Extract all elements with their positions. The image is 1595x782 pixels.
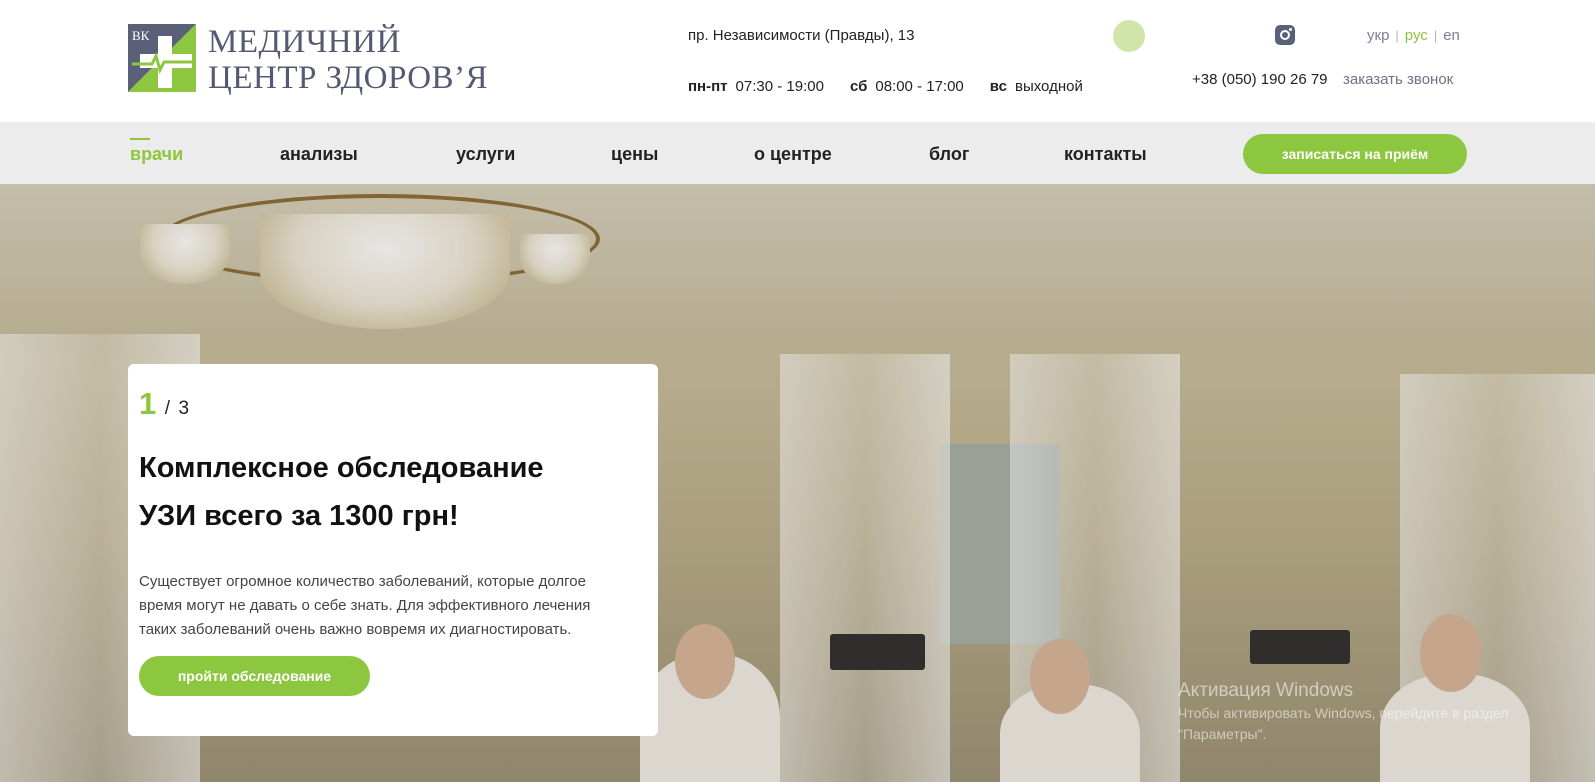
lang-separator: |	[1395, 28, 1399, 43]
slide-total: 3	[178, 398, 190, 419]
nav-item-blog[interactable]: блог	[929, 144, 969, 165]
watermark-text: Чтобы активировать Windows, перейдите в …	[1178, 705, 1509, 721]
nav-item-prices[interactable]: цены	[611, 144, 658, 165]
hours-value: 08:00 - 17:00	[875, 78, 964, 95]
slide-card: 1 / 3 Комплексное обследование УЗИ всего…	[128, 364, 658, 736]
lang-ukr[interactable]: укр	[1367, 27, 1389, 44]
logo-cross-icon: ВК	[128, 24, 196, 92]
nav-item-tests[interactable]: анализы	[280, 144, 358, 165]
watermark-title: Активация Windows	[1178, 680, 1354, 701]
callback-link[interactable]: заказать звонок	[1343, 71, 1453, 88]
slide-description: Существует огромное количество заболеван…	[139, 573, 591, 638]
hours-saturday: сб 08:00 - 17:00	[850, 78, 964, 95]
main-nav: врачи анализы услуги цены о центре блог …	[0, 122, 1595, 184]
hours-sunday: вс выходной	[990, 78, 1083, 95]
logo-text: МЕДИЧНИЙ ЦЕНТР ЗДОРОВ’Я	[208, 24, 488, 96]
nav-item-doctors[interactable]: врачи	[130, 138, 183, 165]
slide-separator: /	[164, 398, 170, 419]
lang-en[interactable]: en	[1443, 27, 1460, 44]
status-dot-icon	[1113, 20, 1145, 52]
language-switcher: укр | рус | en	[1367, 27, 1460, 44]
logo-badge: ВК	[132, 28, 150, 43]
hours-label: пн-пт	[688, 78, 728, 95]
slide-counter: 1 / 3	[139, 386, 189, 422]
logo[interactable]: ВК МЕДИЧНИЙ ЦЕНТР ЗДОРОВ’Я	[128, 24, 488, 96]
hours-weekdays: пн-пт 07:30 - 19:00	[688, 78, 824, 95]
slide-title: Комплексное обследование УЗИ всего за 13…	[139, 444, 639, 540]
hours-label: вс	[989, 78, 1007, 95]
slide-title-line: УЗИ всего за 1300 грн!	[139, 500, 459, 532]
windows-activation-watermark: Активация Windows Чтобы активировать Win…	[1178, 680, 1509, 744]
address: пр. Независимости (Правды), 13	[688, 27, 915, 44]
watermark-text: "Параметры".	[1178, 726, 1267, 742]
site-header: ВК МЕДИЧНИЙ ЦЕНТР ЗДОРОВ’Я пр. Независим…	[0, 0, 1595, 122]
hours-label: сб	[849, 78, 868, 95]
instagram-icon[interactable]	[1275, 25, 1295, 45]
slide-current: 1	[139, 386, 157, 421]
logo-line-1: МЕДИЧНИЙ	[208, 24, 401, 60]
nav-item-services[interactable]: услуги	[456, 144, 515, 165]
phone-number[interactable]: +38 (050) 190 26 79	[1192, 71, 1328, 88]
nav-item-about[interactable]: о центре	[754, 144, 832, 165]
hours-value: 07:30 - 19:00	[735, 78, 824, 95]
nav-item-contacts[interactable]: контакты	[1064, 144, 1147, 165]
take-exam-button[interactable]: пройти обследование	[139, 656, 370, 696]
book-appointment-button[interactable]: записаться на приём	[1243, 134, 1467, 174]
lang-separator: |	[1433, 28, 1438, 43]
lang-rus[interactable]: рус	[1405, 27, 1428, 44]
hours-value: выходной	[1014, 78, 1083, 95]
slide-title-line: Комплексное обследование	[139, 452, 544, 484]
working-hours: пн-пт 07:30 - 19:00 сб 08:00 - 17:00 вс вых…	[688, 78, 1083, 95]
logo-line-2: ЦЕНТР ЗДОРОВ’Я	[208, 60, 489, 96]
